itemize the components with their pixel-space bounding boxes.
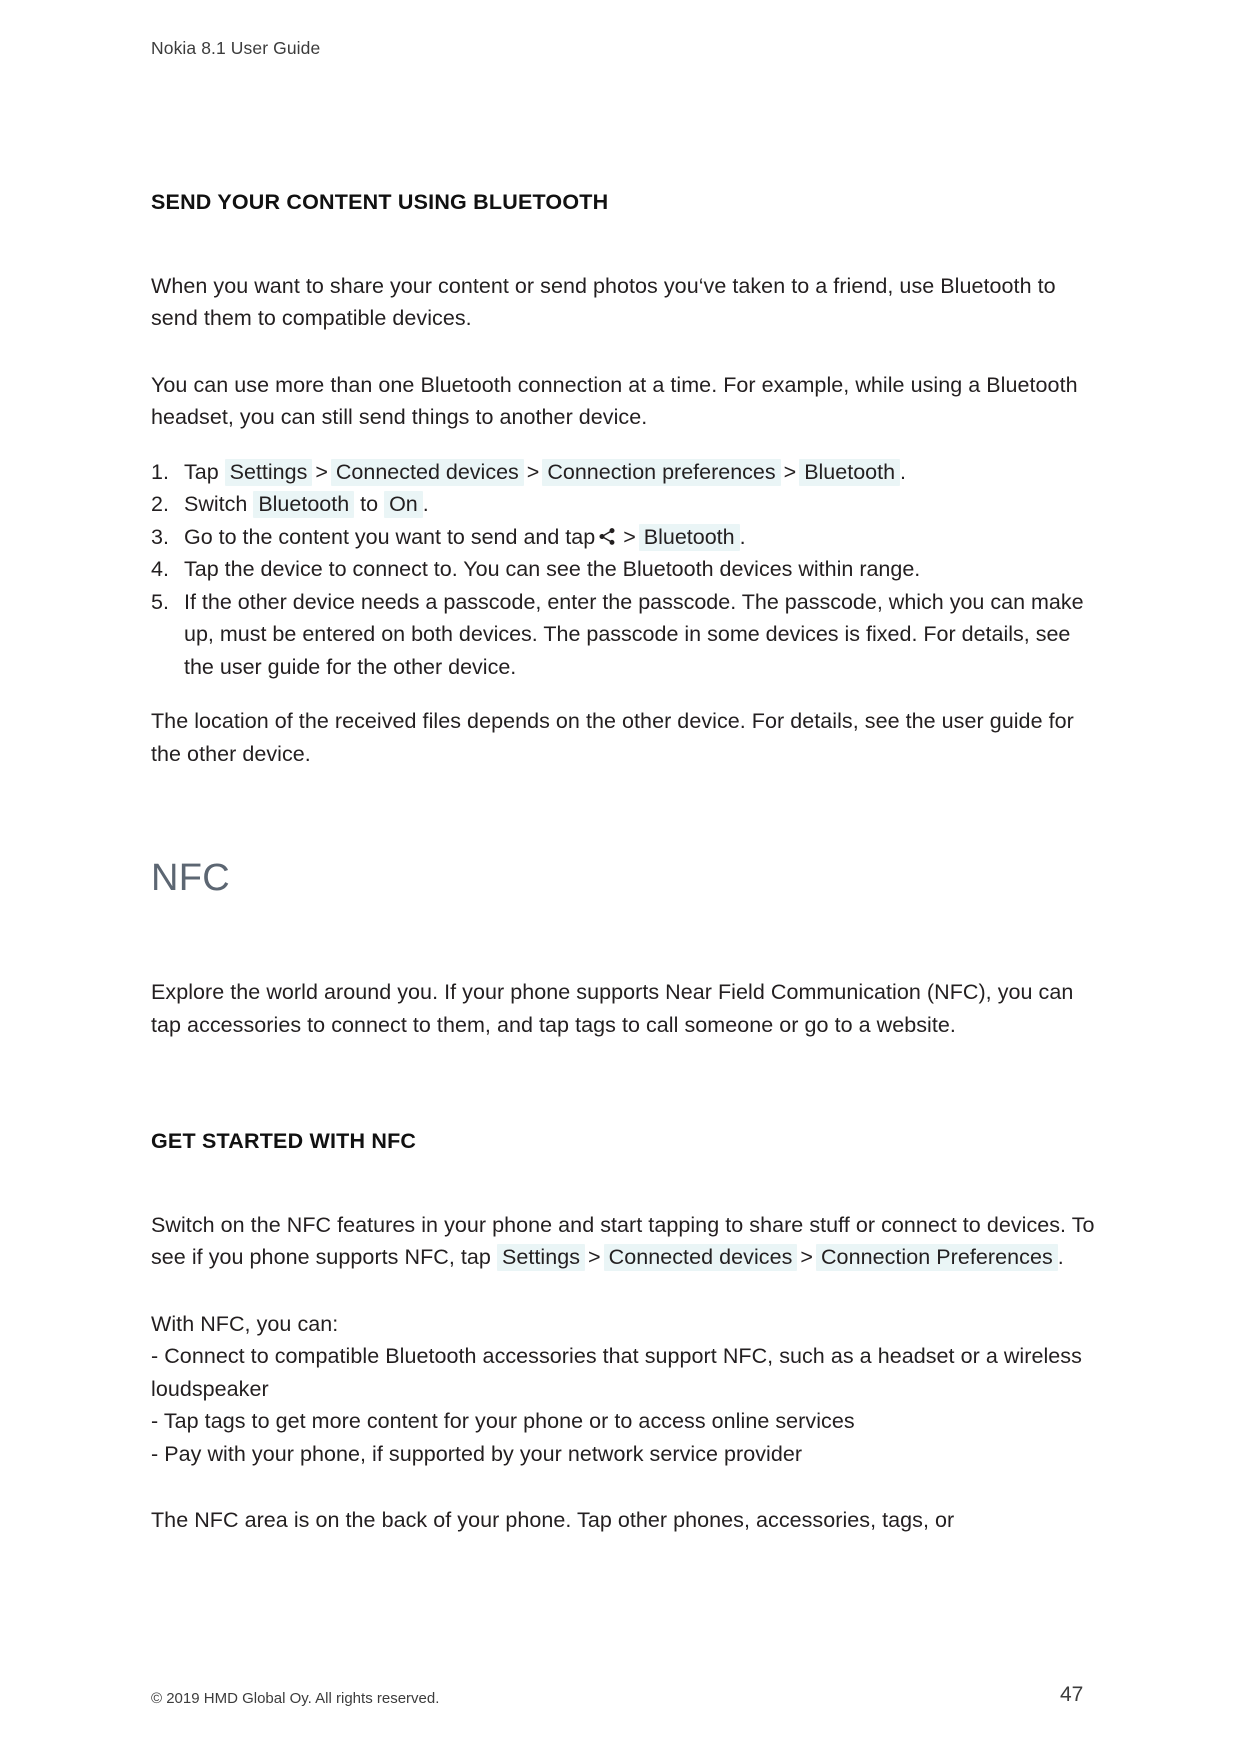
step-number: 4. [151,557,169,582]
step-text: If the other device needs a passcode, en… [184,589,1084,679]
step-middle-text: to [360,492,379,517]
step-number: 3. [151,524,169,549]
step-number: 2. [151,492,169,517]
nfc-intro-paragraph: Explore the world around you. If your ph… [151,980,1074,1037]
step-trailing-punctuation: . [900,459,907,484]
ui-term-settings[interactable]: Settings [224,458,313,486]
ui-term-on[interactable]: On [384,491,423,519]
step-trailing-punctuation: . [739,524,746,549]
running-head: Nokia 8.1 User Guide [151,38,321,58]
bluetooth-closing-paragraph: The location of the received files depen… [151,709,1074,766]
document-page: Nokia 8.1 User Guide SEND YOUR CONTENT U… [0,0,1241,1754]
heading-nfc: NFC [151,857,230,900]
step-item-1: 1. Tap Settings > Connected devices > Connect… [151,456,1096,489]
page-content: SEND YOUR CONTENT USING BLUETOOTH When y… [151,190,1096,1537]
step-trailing-punctuation: . [422,492,429,517]
ui-term-connection-preferences[interactable]: Connection preferences [542,458,781,486]
step-text: Tap the device to connect to. You can se… [184,557,921,582]
step-lead-text: Switch [184,492,248,517]
nfc-capability-item-2: - Tap tags to get more content for your … [151,1409,855,1434]
page-number: 47 [1060,1683,1084,1706]
ui-term-connected-devices[interactable]: Connected devices [603,1244,798,1272]
breadcrumb-separator: > [315,459,328,484]
step-lead-text: Tap [184,459,219,484]
step-item-4: 4. Tap the device to connect to. You can … [151,553,1096,586]
ui-term-connection-preferences[interactable]: Connection Preferences [815,1244,1058,1272]
nfc-switch-paragraph: Switch on the NFC features in your phone… [151,1209,1096,1274]
nfc-closing-paragraph: The NFC area is on the back of your phon… [151,1508,955,1533]
breadcrumb-separator: > [783,459,797,484]
step-number: 1. [151,459,169,484]
heading-get-started-with-nfc: GET STARTED WITH NFC [151,1129,417,1154]
breadcrumb-separator: > [526,459,540,484]
breadcrumb-separator: > [623,524,636,549]
nfc-capabilities-intro: With NFC, you can: [151,1311,339,1336]
share-icon [597,526,617,547]
ui-term-bluetooth[interactable]: Bluetooth [638,523,740,551]
ui-term-settings[interactable]: Settings [496,1244,586,1272]
step-lead-text: Go to the content you want to send and t… [184,524,596,549]
heading-send-content-bluetooth: SEND YOUR CONTENT USING BLUETOOTH [151,190,609,214]
bluetooth-second-paragraph: You can use more than one Bluetooth conn… [151,372,1078,430]
step-item-3: 3. Go to the content you want to send and… [151,521,1096,554]
step-item-2: 2. Switch Bluetooth to On. [151,488,1096,521]
step-item-5: 5. If the other device needs a passcode, … [151,586,1096,684]
breadcrumb-separator: > [588,1245,601,1270]
footer-copyright: © 2019 HMD Global Oy. All rights reserve… [151,1690,440,1707]
ui-term-bluetooth[interactable]: Bluetooth [799,458,901,486]
paragraph-trailing-punctuation: . [1057,1245,1064,1270]
breadcrumb-separator: > [800,1245,813,1270]
nfc-capability-item-3: - Pay with your phone, if supported by y… [151,1441,803,1466]
bluetooth-steps-list: 1. Tap Settings > Connected devices > Connect… [151,456,1096,684]
nfc-capability-item-1: - Connect to compatible Bluetooth access… [151,1344,1082,1401]
ui-term-connected-devices[interactable]: Connected devices [330,458,524,486]
bluetooth-intro-paragraph: When you want to share your content or s… [151,273,1056,331]
step-number: 5. [151,589,169,614]
ui-term-bluetooth[interactable]: Bluetooth [253,491,355,519]
